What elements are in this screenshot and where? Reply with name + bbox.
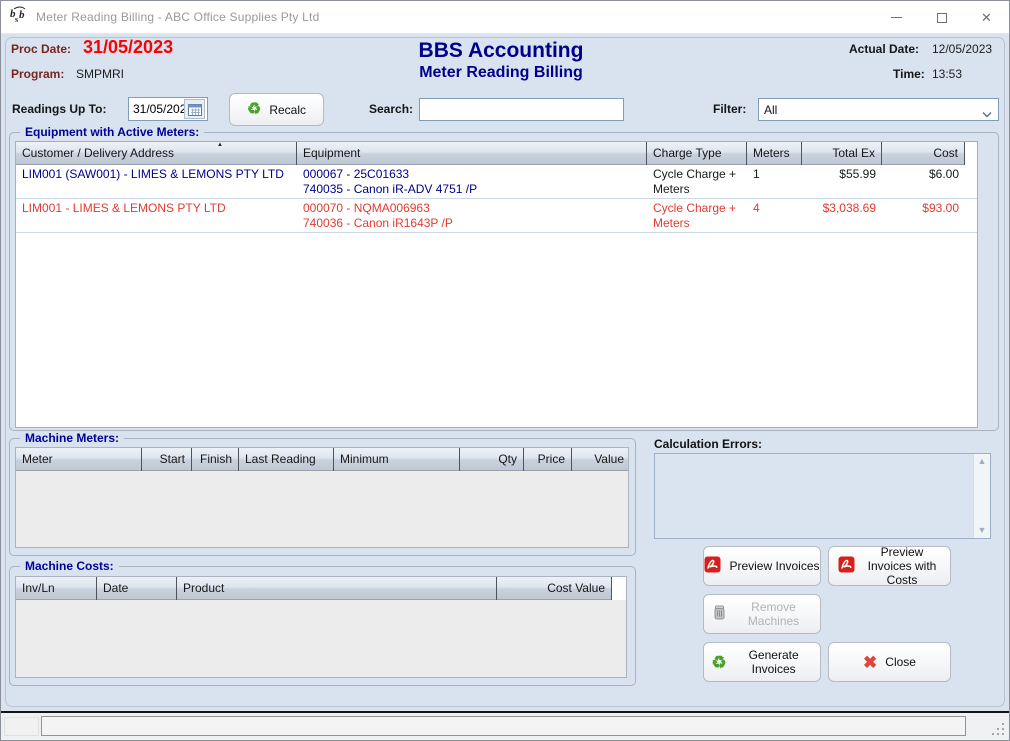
scroll-up-icon[interactable]: ▲ <box>978 457 987 466</box>
cell-total-ex: $55.99 <box>802 167 882 182</box>
column-header-finish[interactable]: Finish <box>192 448 239 471</box>
cell-cost: $6.00 <box>882 167 965 182</box>
column-header-charge-type[interactable]: Charge Type <box>647 142 747 165</box>
generate-invoices-label: Generate Invoices <box>735 648 813 676</box>
column-header-blank <box>612 577 627 600</box>
equipment-table-body: LIM001 (SAW001) - LIMES & LEMONS PTY LTD… <box>16 165 977 428</box>
cell-meters: 4 <box>747 201 802 216</box>
cell-cost: $93.00 <box>882 201 965 216</box>
column-header-cost[interactable]: Cost <box>882 142 965 165</box>
preview-invoices-with-costs-button[interactable]: Preview Invoices with Costs <box>828 546 951 586</box>
filter-select[interactable]: All <box>758 98 999 121</box>
close-window-button[interactable]: ✕ <box>964 1 1009 34</box>
equipment-group-title: Equipment with Active Meters: <box>20 125 204 139</box>
equipment-table: Customer / Delivery Address ▲ Equipment … <box>15 141 978 428</box>
svg-text:b: b <box>19 9 25 21</box>
status-cell <box>4 717 39 736</box>
calendar-icon <box>188 103 202 116</box>
machine-meters-body <box>16 471 628 548</box>
equipment-table-header: Customer / Delivery Address ▲ Equipment … <box>16 142 977 165</box>
preview-invoices-with-costs-label: Preview Invoices with Costs <box>863 545 941 587</box>
remove-machines-button: Remove Machines <box>703 594 821 634</box>
cell-charge-type: Cycle Charge + Meters <box>647 167 747 197</box>
readings-date-input[interactable] <box>129 99 184 119</box>
calculation-errors-label: Calculation Errors: <box>654 437 762 451</box>
column-header-total-ex[interactable]: Total Ex <box>802 142 882 165</box>
machine-costs-body <box>16 600 626 678</box>
recycle-icon: ♻ <box>247 102 261 118</box>
recycle-icon: ♻ <box>711 654 726 671</box>
app-logo-icon: b s b <box>10 6 30 29</box>
filter-label: Filter: <box>713 102 746 116</box>
machine-meters-group-title: Machine Meters: <box>20 431 124 445</box>
column-header-blank <box>965 142 977 165</box>
column-header-minimum[interactable]: Minimum <box>334 448 460 471</box>
resize-grip[interactable] <box>991 722 1004 735</box>
column-header-cost-value[interactable]: Cost Value <box>497 577 612 600</box>
cell-charge-type: Cycle Charge + Meters <box>647 201 747 231</box>
cell-total-ex: $3,038.69 <box>802 201 882 216</box>
status-panel <box>41 716 966 736</box>
preview-invoices-label: Preview Invoices <box>729 559 819 573</box>
readings-up-to-label: Readings Up To: <box>12 102 106 116</box>
calendar-picker-button[interactable] <box>184 99 205 119</box>
column-header-customer[interactable]: Customer / Delivery Address ▲ <box>16 142 297 165</box>
filter-selected-value: All <box>764 103 777 117</box>
column-header-meter[interactable]: Meter <box>16 448 142 471</box>
search-input[interactable] <box>419 98 624 121</box>
cell-customer: LIM001 - LIMES & LEMONS PTY LTD <box>16 201 297 216</box>
machine-meters-table: Meter Start Finish Last Reading Minimum … <box>15 447 629 548</box>
close-label: Close <box>885 655 916 669</box>
window-title: Meter Reading Billing - ABC Office Suppl… <box>36 10 319 24</box>
column-header-invln[interactable]: Inv/Ln <box>16 577 97 600</box>
machine-costs-group-title: Machine Costs: <box>20 559 119 573</box>
search-label: Search: <box>369 102 413 116</box>
app-window: b s b Meter Reading Billing - ABC Office… <box>0 0 1010 741</box>
close-x-icon: ✖ <box>863 654 877 671</box>
close-icon: ✕ <box>981 11 992 24</box>
machine-meters-header: Meter Start Finish Last Reading Minimum … <box>16 448 628 471</box>
cell-customer: LIM001 (SAW001) - LIMES & LEMONS PTY LTD <box>16 167 297 182</box>
pdf-icon <box>704 556 721 576</box>
minimize-icon <box>891 17 902 18</box>
maximize-button[interactable] <box>919 1 964 34</box>
column-header-equipment[interactable]: Equipment <box>297 142 647 165</box>
column-header-qty[interactable]: Qty <box>460 448 524 471</box>
table-row[interactable]: LIM001 - LIMES & LEMONS PTY LTD 000070 -… <box>16 199 977 233</box>
minimize-button[interactable] <box>874 1 919 34</box>
pdf-icon <box>838 556 855 576</box>
close-button[interactable]: ✖ Close <box>828 642 951 682</box>
calculation-errors-box: ▲ ▼ <box>654 453 991 539</box>
preview-invoices-button[interactable]: Preview Invoices <box>703 546 821 586</box>
table-row[interactable]: LIM001 (SAW001) - LIMES & LEMONS PTY LTD… <box>16 165 977 199</box>
cell-equipment: 000070 - NQMA006963 740036 - Canon iR164… <box>297 201 647 231</box>
column-header-price[interactable]: Price <box>524 448 572 471</box>
column-header-date[interactable]: Date <box>97 577 177 600</box>
machine-costs-table: Inv/Ln Date Product Cost Value <box>15 576 627 678</box>
column-header-last-reading[interactable]: Last Reading <box>239 448 334 471</box>
column-header-start[interactable]: Start <box>142 448 192 471</box>
machine-costs-header: Inv/Ln Date Product Cost Value <box>16 577 626 600</box>
scrollbar[interactable]: ▲ ▼ <box>973 454 990 538</box>
cell-meters: 1 <box>747 167 802 182</box>
remove-machines-label: Remove Machines <box>735 600 813 628</box>
svg-text:s: s <box>15 15 18 24</box>
column-header-product[interactable]: Product <box>177 577 497 600</box>
status-bar <box>1 713 1009 740</box>
chevron-down-icon <box>982 107 992 121</box>
trash-bin-icon <box>712 604 727 624</box>
recalc-label: Recalc <box>269 103 306 117</box>
sort-ascending-icon: ▲ <box>217 142 223 148</box>
scroll-down-icon[interactable]: ▼ <box>978 526 987 535</box>
column-header-meters[interactable]: Meters <box>747 142 802 165</box>
maximize-icon <box>937 13 947 23</box>
cell-equipment: 000067 - 25C01633 740035 - Canon iR-ADV … <box>297 167 647 197</box>
titlebar: b s b Meter Reading Billing - ABC Office… <box>1 1 1009 34</box>
generate-invoices-button[interactable]: ♻ Generate Invoices <box>703 642 821 682</box>
column-header-value[interactable]: Value <box>572 448 629 471</box>
readings-date-field <box>128 97 208 121</box>
recalc-button[interactable]: ♻ Recalc <box>229 93 324 126</box>
